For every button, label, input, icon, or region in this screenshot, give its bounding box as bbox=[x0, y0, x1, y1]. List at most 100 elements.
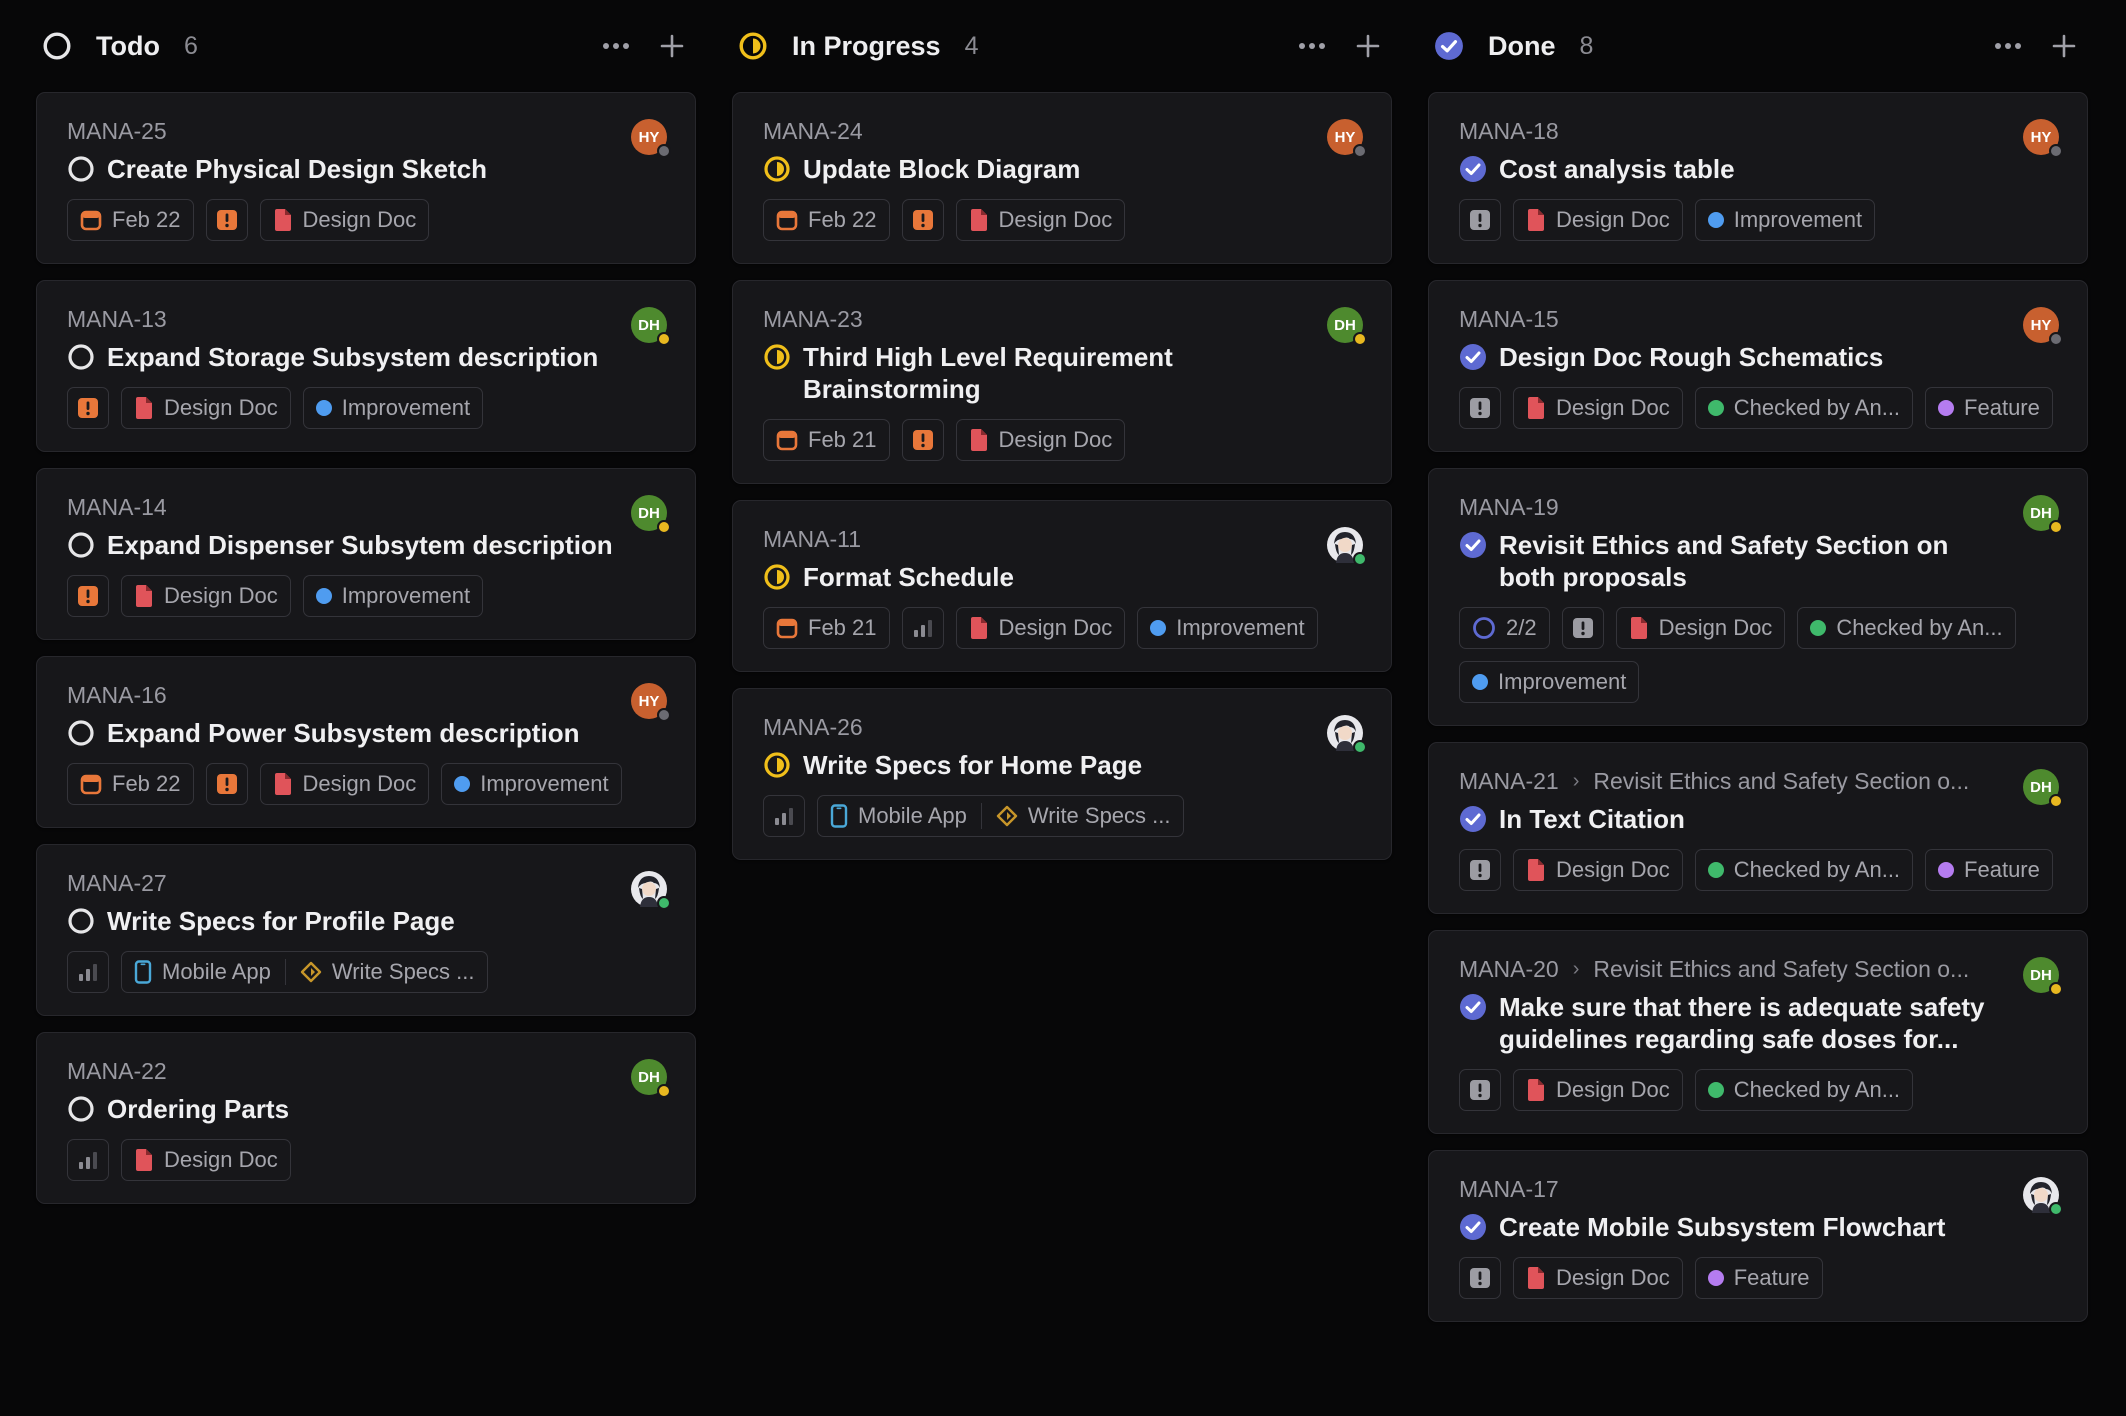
assignee-avatar[interactable]: DH bbox=[1327, 307, 1367, 346]
due-date-chip[interactable]: Feb 22 bbox=[67, 763, 194, 805]
label-chip[interactable]: Improvement bbox=[1137, 607, 1318, 649]
project-milestone-chip[interactable]: Mobile App Write Specs ... bbox=[121, 951, 488, 993]
assignee-avatar[interactable]: HY bbox=[1327, 119, 1367, 158]
priority-urgent-chip[interactable] bbox=[1459, 1069, 1501, 1111]
issue-card[interactable]: MANA-24 HY Update Block Diagram Feb 22 Desig… bbox=[732, 92, 1392, 264]
column-more-icon[interactable] bbox=[1294, 28, 1330, 64]
issue-card[interactable]: MANA-21 › Revisit Ethics and Safety Sectio… bbox=[1428, 742, 2088, 914]
issue-card[interactable]: MANA-14 DH Expand Dispenser Subsytem descr… bbox=[36, 468, 696, 640]
label-chip[interactable]: Feature bbox=[1694, 1257, 1823, 1299]
project-chip[interactable]: Design Doc bbox=[955, 607, 1126, 649]
issue-card[interactable]: MANA-26 Write Specs for Home Page Mobile A… bbox=[732, 688, 1392, 860]
due-date-chip[interactable]: Feb 21 bbox=[763, 419, 890, 461]
project-chip[interactable]: Design Doc bbox=[259, 763, 430, 805]
done-status-icon[interactable] bbox=[1459, 343, 1487, 371]
label-chip[interactable]: Checked by An... bbox=[1694, 849, 1914, 891]
add-issue-plus-icon[interactable] bbox=[654, 28, 690, 64]
priority-urgent-chip[interactable] bbox=[1561, 607, 1604, 649]
priority-chip[interactable] bbox=[67, 1139, 109, 1181]
priority-urgent-chip[interactable] bbox=[205, 763, 248, 805]
project-chip[interactable]: Design Doc bbox=[121, 387, 291, 429]
project-chip[interactable]: Design Doc bbox=[1513, 1069, 1683, 1111]
done-status-icon[interactable] bbox=[1459, 993, 1487, 1021]
done-status-icon[interactable] bbox=[1459, 805, 1487, 833]
due-date-chip[interactable]: Feb 21 bbox=[763, 607, 890, 649]
issue-card[interactable]: MANA-25 HY Create Physical Design Sketch Fe… bbox=[36, 92, 696, 264]
parent-issue-title[interactable]: Revisit Ethics and Safety Section o... bbox=[1593, 956, 1969, 983]
issue-card[interactable]: MANA-13 DH Expand Storage Subsystem descri… bbox=[36, 280, 696, 452]
project-chip[interactable]: Design Doc bbox=[1513, 1257, 1683, 1299]
project-milestone-chip[interactable]: Mobile App Write Specs ... bbox=[817, 795, 1184, 837]
priority-chip[interactable] bbox=[763, 795, 805, 837]
label-chip[interactable]: Improvement bbox=[302, 387, 484, 429]
assignee-avatar[interactable]: DH bbox=[631, 1059, 671, 1098]
label-chip[interactable]: Feature bbox=[1925, 849, 2053, 891]
priority-urgent-chip[interactable] bbox=[67, 387, 109, 429]
todo-status-icon[interactable] bbox=[67, 155, 95, 183]
issue-card[interactable]: MANA-18 HY Cost analysis table Design Doc Im… bbox=[1428, 92, 2088, 264]
parent-issue-title[interactable]: Revisit Ethics and Safety Section o... bbox=[1593, 768, 1969, 795]
priority-urgent-chip[interactable] bbox=[1459, 849, 1501, 891]
issue-card[interactable]: MANA-27 Write Specs for Profile Page Mobil… bbox=[36, 844, 696, 1016]
in-progress-status-icon[interactable] bbox=[763, 155, 791, 183]
project-chip[interactable]: Design Doc bbox=[1513, 387, 1683, 429]
label-chip[interactable]: Feature bbox=[1925, 387, 2053, 429]
todo-status-icon[interactable] bbox=[67, 907, 95, 935]
assignee-avatar[interactable] bbox=[1327, 527, 1367, 566]
in-progress-status-icon[interactable] bbox=[763, 751, 791, 779]
done-status-icon[interactable] bbox=[1459, 155, 1487, 183]
priority-urgent-chip[interactable] bbox=[1459, 199, 1501, 241]
issue-card[interactable]: MANA-23 DH Third High Level Requirement Br… bbox=[732, 280, 1392, 484]
priority-chip[interactable] bbox=[67, 951, 109, 993]
todo-status-icon[interactable] bbox=[67, 343, 95, 371]
priority-urgent-chip[interactable] bbox=[67, 575, 109, 617]
sub-issues-chip[interactable]: 2/2 bbox=[1459, 607, 1550, 649]
label-chip[interactable]: Checked by An... bbox=[1797, 607, 2016, 649]
in-progress-status-icon[interactable] bbox=[763, 343, 791, 371]
assignee-avatar[interactable] bbox=[2023, 1177, 2063, 1216]
assignee-avatar[interactable]: HY bbox=[631, 119, 671, 158]
label-chip[interactable]: Improvement bbox=[1459, 661, 1640, 703]
label-chip[interactable]: Checked by An... bbox=[1694, 387, 1914, 429]
issue-card[interactable]: MANA-20 › Revisit Ethics and Safety Sectio… bbox=[1428, 930, 2088, 1134]
project-chip[interactable]: Design Doc bbox=[121, 1139, 291, 1181]
todo-status-icon[interactable] bbox=[67, 719, 95, 747]
todo-status-icon[interactable] bbox=[67, 1095, 95, 1123]
issue-card[interactable]: MANA-15 HY Design Doc Rough Schematics Desi… bbox=[1428, 280, 2088, 452]
project-chip[interactable]: Design Doc bbox=[955, 419, 1126, 461]
assignee-avatar[interactable]: HY bbox=[631, 683, 671, 722]
assignee-avatar[interactable]: DH bbox=[2023, 495, 2063, 534]
assignee-avatar[interactable]: DH bbox=[631, 495, 671, 534]
due-date-chip[interactable]: Feb 22 bbox=[763, 199, 890, 241]
done-status-icon[interactable] bbox=[1459, 531, 1487, 559]
project-chip[interactable]: Design Doc bbox=[121, 575, 291, 617]
due-date-chip[interactable]: Feb 22 bbox=[67, 199, 194, 241]
add-issue-plus-icon[interactable] bbox=[1350, 28, 1386, 64]
priority-urgent-chip[interactable] bbox=[901, 199, 944, 241]
assignee-avatar[interactable]: HY bbox=[2023, 119, 2063, 158]
todo-status-icon[interactable] bbox=[67, 531, 95, 559]
assignee-avatar[interactable] bbox=[1327, 715, 1367, 754]
in-progress-status-icon[interactable] bbox=[763, 563, 791, 591]
project-chip[interactable]: Design Doc bbox=[1513, 849, 1683, 891]
project-chip[interactable]: Design Doc bbox=[259, 199, 430, 241]
priority-urgent-chip[interactable] bbox=[1459, 1257, 1501, 1299]
label-chip[interactable]: Checked by An... bbox=[1694, 1069, 1914, 1111]
issue-card[interactable]: MANA-11 Format Schedule Feb 21 Design Doc Im… bbox=[732, 500, 1392, 672]
priority-urgent-chip[interactable] bbox=[1459, 387, 1501, 429]
assignee-avatar[interactable]: HY bbox=[2023, 307, 2063, 346]
assignee-avatar[interactable]: DH bbox=[2023, 769, 2063, 808]
project-chip[interactable]: Design Doc bbox=[1513, 199, 1683, 241]
priority-chip[interactable] bbox=[901, 607, 944, 649]
assignee-avatar[interactable] bbox=[631, 871, 671, 910]
issue-card[interactable]: MANA-17 Create Mobile Subsystem Flowchart… bbox=[1428, 1150, 2088, 1322]
issue-card[interactable]: MANA-16 HY Expand Power Subsystem descript… bbox=[36, 656, 696, 828]
priority-urgent-chip[interactable] bbox=[901, 419, 944, 461]
label-chip[interactable]: Improvement bbox=[1694, 199, 1876, 241]
issue-card[interactable]: MANA-22 DH Ordering Parts Design Doc bbox=[36, 1032, 696, 1204]
project-chip[interactable]: Design Doc bbox=[955, 199, 1126, 241]
done-status-icon[interactable] bbox=[1459, 1213, 1487, 1241]
add-issue-plus-icon[interactable] bbox=[2046, 28, 2082, 64]
project-chip[interactable]: Design Doc bbox=[1615, 607, 1786, 649]
priority-urgent-chip[interactable] bbox=[205, 199, 248, 241]
